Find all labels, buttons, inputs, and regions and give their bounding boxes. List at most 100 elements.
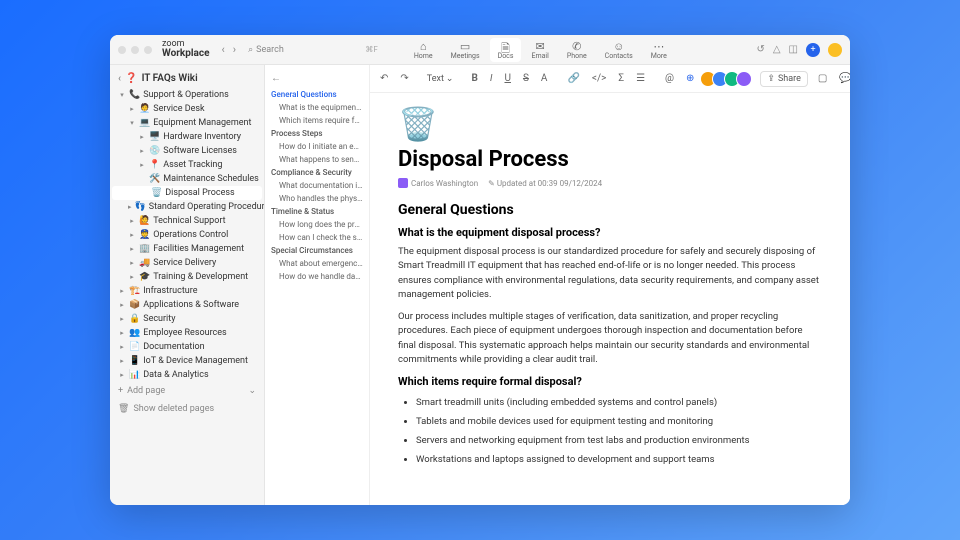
chevron-icon[interactable]: ▸ [118, 315, 126, 323]
outline-item[interactable]: Special Circumstances [271, 244, 363, 257]
tab-contacts[interactable]: ☺Contacts [597, 38, 641, 62]
tree-item[interactable]: 🛠️Maintenance Schedules [110, 172, 264, 186]
wiki-title[interactable]: ‹ ❓ IT FAQs Wiki [110, 69, 264, 88]
outline-item[interactable]: Timeline & Status [271, 205, 363, 218]
list-item[interactable]: Workstations and laptops assigned to dev… [416, 451, 822, 468]
max-dot[interactable] [144, 46, 152, 54]
list-item[interactable]: Servers and networking equipment from te… [416, 432, 822, 449]
tree-item[interactable]: ▸📄Documentation [110, 340, 264, 354]
code-button[interactable]: </> [590, 71, 608, 86]
chevron-icon[interactable]: ▸ [138, 133, 146, 141]
outline-item[interactable]: How do I initiate an equipm… [271, 140, 363, 153]
chevron-icon[interactable]: ▸ [128, 203, 132, 211]
chevron-icon[interactable]: ▸ [128, 273, 136, 281]
tab-docs[interactable]: 🗎Docs [490, 38, 522, 62]
formula-button[interactable]: Σ [616, 71, 626, 86]
collaborator-avatars[interactable] [704, 71, 752, 87]
outline-item[interactable]: What documentation is req… [271, 179, 363, 192]
chevron-icon[interactable]: ▾ [128, 119, 136, 127]
question-heading[interactable]: What is the equipment disposal process? [398, 226, 822, 239]
chevron-icon[interactable]: ▸ [128, 259, 136, 267]
chevron-icon[interactable]: ▾ [118, 91, 126, 99]
close-dot[interactable] [118, 46, 126, 54]
bell-icon[interactable]: △ [773, 44, 781, 55]
chevron-icon[interactable]: ▸ [128, 105, 136, 113]
list-item[interactable]: Tablets and mobile devices used for equi… [416, 413, 822, 430]
bullet-list[interactable]: Smart treadmill units (including embedde… [398, 394, 822, 468]
doc-title[interactable]: Disposal Process [398, 147, 822, 172]
tab-email[interactable]: ✉Email [523, 38, 556, 62]
chevron-icon[interactable]: ▸ [118, 301, 126, 309]
window-controls[interactable] [118, 46, 152, 54]
outline-item[interactable]: Which items require formal … [271, 114, 363, 127]
outline-back[interactable]: ← [271, 73, 363, 84]
chevron-icon[interactable]: ▸ [118, 357, 126, 365]
tab-phone[interactable]: ✆Phone [559, 38, 595, 62]
tree-item[interactable]: ▸🖥️Hardware Inventory [110, 130, 264, 144]
list-item[interactable]: Smart treadmill units (including embedde… [416, 394, 822, 411]
tree-item[interactable]: ▸💿Software Licenses [110, 144, 264, 158]
underline-button[interactable]: U [502, 71, 512, 86]
tree-item[interactable]: ▸📦Applications & Software [110, 298, 264, 312]
doc-icon[interactable]: 🗑️ [398, 105, 822, 143]
tab-more[interactable]: ⋯More [643, 38, 675, 62]
show-deleted[interactable]: 🗑 Show deleted pages [110, 400, 264, 418]
avatar-icon[interactable] [828, 43, 842, 57]
search-box[interactable]: ⌕ Search [248, 45, 284, 55]
chevron-icon[interactable]: ▸ [118, 371, 126, 379]
chevron-icon[interactable]: ▸ [128, 245, 136, 253]
chevron-icon[interactable]: ▸ [118, 287, 126, 295]
chevron-icon[interactable]: ▸ [118, 329, 126, 337]
outline-item[interactable]: How long does the process … [271, 218, 363, 231]
outline-item[interactable]: Who handles the physical di… [271, 192, 363, 205]
share-button[interactable]: ⇪ Share [760, 71, 807, 87]
tree-item[interactable]: ▸📱IoT & Device Management [110, 354, 264, 368]
chevron-icon[interactable]: ▸ [138, 161, 146, 169]
outline-item[interactable]: General Questions [271, 88, 363, 101]
tree-item[interactable]: ▾💻Equipment Management [110, 116, 264, 130]
tree-item[interactable]: ▸👮Operations Control [110, 228, 264, 242]
paragraph[interactable]: Our process includes multiple stages of … [398, 310, 822, 367]
video-icon[interactable]: ▢ [816, 71, 829, 86]
question-heading[interactable]: Which items require formal disposal? [398, 375, 822, 388]
outline-item[interactable]: How do we handle damage… [271, 270, 363, 283]
outline-item[interactable]: Process Steps [271, 127, 363, 140]
outline-item[interactable]: Compliance & Security [271, 166, 363, 179]
list-button[interactable]: ☰ [634, 71, 647, 86]
tree-item[interactable]: ▾📞Support & Operations [110, 88, 264, 102]
tree-item[interactable]: ▸🔒Security [110, 312, 264, 326]
chevron-icon[interactable]: ▸ [128, 231, 136, 239]
author[interactable]: Carlos Washington [398, 178, 478, 188]
history-icon[interactable]: ↺ [756, 44, 764, 55]
paragraph[interactable]: The equipment disposal process is our st… [398, 245, 822, 302]
tab-home[interactable]: ⌂Home [406, 38, 441, 62]
chevron-icon[interactable]: ▸ [138, 147, 146, 155]
add-page[interactable]: + Add page ⌄ [110, 382, 264, 400]
tree-item[interactable]: ▸👥Employee Resources [110, 326, 264, 340]
outline-item[interactable]: What happens to sensitive … [271, 153, 363, 166]
outline-item[interactable]: What is the equipment disp… [271, 101, 363, 114]
chevron-icon[interactable]: ▸ [118, 343, 126, 351]
text-style-dropdown[interactable]: Text ⌄ [427, 74, 454, 84]
nav-forward[interactable]: › [233, 43, 236, 56]
tree-item[interactable]: ▸🙋Technical Support [110, 214, 264, 228]
tree-item[interactable]: 🗑️Disposal Process [112, 186, 262, 200]
new-button[interactable]: + [806, 43, 820, 57]
outline-item[interactable]: How can I check the status … [271, 231, 363, 244]
font-color-button[interactable]: A [539, 71, 550, 86]
link-button[interactable]: 🔗 [565, 71, 581, 86]
redo-button[interactable]: ↷ [398, 71, 410, 86]
tree-item[interactable]: ▸📊Data & Analytics [110, 368, 264, 382]
mention-button[interactable]: @ [663, 71, 676, 86]
strike-button[interactable]: S [521, 71, 531, 86]
outline-item[interactable]: What about emergency dis… [271, 257, 363, 270]
tree-item[interactable]: ▸📍Asset Tracking [110, 158, 264, 172]
avatar[interactable] [736, 71, 752, 87]
tree-item[interactable]: ▸🧑‍💼Service Desk [110, 102, 264, 116]
section-heading[interactable]: General Questions [398, 202, 822, 218]
undo-button[interactable]: ↶ [378, 71, 390, 86]
min-dot[interactable] [131, 46, 139, 54]
tree-item[interactable]: ▸🚚Service Delivery [110, 256, 264, 270]
insert-button[interactable]: ⊕ [684, 71, 696, 86]
bold-button[interactable]: B [469, 71, 479, 86]
